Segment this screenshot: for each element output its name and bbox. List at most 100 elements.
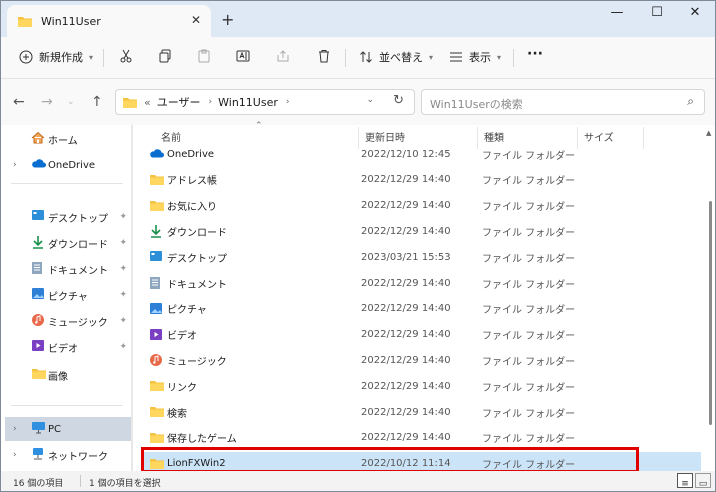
file-type: ファイル フォルダー — [482, 382, 576, 394]
breadcrumb-separator[interactable]: › — [286, 97, 290, 107]
sidebar-item-onedrive[interactable]: › OneDrive — [1, 153, 131, 177]
breadcrumb-separator[interactable]: › — [209, 97, 213, 107]
sidebar-item-pc[interactable]: › PC — [5, 417, 131, 441]
chevron-right-icon[interactable]: › — [13, 450, 17, 460]
sidebar-item-label: ピクチャ — [48, 291, 88, 303]
address-overflow[interactable]: « — [144, 96, 151, 109]
file-row[interactable]: ダウンロード 2022/12/29 14:40 ファイル フォルダー — [141, 219, 701, 243]
sort-icon — [360, 51, 372, 63]
desktop-icon — [32, 210, 44, 220]
file-date: 2022/12/29 14:40 — [361, 354, 451, 366]
search-placeholder: Win11Userの検索 — [430, 98, 523, 111]
sidebar-item-documents[interactable]: ドキュメント ✦ — [1, 257, 131, 281]
file-name: ダウンロード — [167, 227, 227, 239]
divider — [80, 475, 81, 487]
cut-button[interactable] — [119, 49, 133, 63]
details-view-button[interactable]: ≡ — [677, 473, 693, 489]
pin-icon[interactable]: ✦ — [119, 342, 127, 352]
navigation-pane: ホーム › OneDrive デスクトップ ✦ ダウンロード ✦ ドキュメント … — [1, 125, 133, 471]
scroll-up-icon[interactable]: ▲ — [706, 129, 711, 137]
copy-button[interactable] — [158, 49, 172, 63]
file-row[interactable]: リンク 2022/12/29 14:40 ファイル フォルダー — [141, 374, 701, 398]
sidebar-item-label: ダウンロード — [48, 239, 108, 251]
folder-icon — [149, 405, 165, 421]
recent-dropdown-icon[interactable]: ⌄ — [67, 97, 75, 107]
share-icon — [277, 50, 289, 62]
address-history-icon[interactable]: ⌄ — [366, 95, 374, 105]
rename-icon — [236, 50, 250, 62]
paste-button[interactable] — [197, 49, 211, 63]
rename-button[interactable] — [236, 49, 250, 63]
file-row[interactable]: 検索 2022/12/29 14:40 ファイル フォルダー — [141, 400, 701, 424]
more-button[interactable]: ··· — [527, 46, 543, 62]
new-tab-button[interactable]: + — [221, 10, 234, 29]
file-row[interactable]: ピクチャ 2022/12/29 14:40 ファイル フォルダー — [141, 297, 701, 321]
share-button[interactable] — [276, 49, 290, 63]
highlight-box — [141, 447, 639, 473]
file-row[interactable]: お気に入り 2022/12/29 14:40 ファイル フォルダー — [141, 194, 701, 218]
sidebar-item-music[interactable]: ミュージック ✦ — [1, 309, 131, 333]
tab-strip: Win11User ✕ + — ☐ ✕ — [1, 1, 715, 37]
sidebar-item-label: デスクトップ — [48, 213, 108, 225]
maximize-button[interactable]: ☐ — [637, 5, 677, 20]
sidebar-item-label: ネットワーク — [48, 451, 108, 463]
sidebar-item-network[interactable]: › ネットワーク — [1, 443, 131, 467]
breadcrumb-users[interactable]: ユーザー — [157, 94, 201, 110]
sidebar-item-images[interactable]: 画像 — [1, 363, 131, 387]
pin-icon[interactable]: ✦ — [119, 290, 127, 300]
minimize-button[interactable]: — — [597, 5, 637, 20]
pin-icon[interactable]: ✦ — [119, 212, 127, 222]
file-type: ファイル フォルダー — [482, 356, 576, 368]
chevron-right-icon[interactable]: › — [13, 160, 17, 170]
home-icon — [31, 131, 45, 144]
forward-button[interactable]: → — [41, 94, 53, 110]
tiles-view-button[interactable]: ▭ — [695, 473, 711, 489]
breadcrumb-win11user[interactable]: Win11User — [218, 96, 278, 109]
sidebar-item-home[interactable]: ホーム — [1, 127, 131, 151]
divider — [11, 183, 123, 184]
sort-label: 並べ替え — [379, 51, 423, 64]
file-name: 検索 — [167, 408, 187, 420]
sidebar-item-videos[interactable]: ビデオ ✦ — [1, 335, 131, 359]
file-list: ⌃ 名前 更新日時 種類 サイズ OneDrive 2022/12/10 12:4… — [133, 121, 715, 476]
pc-icon — [32, 422, 45, 434]
item-count: 16 個の項目 — [13, 479, 64, 489]
back-button[interactable]: ← — [13, 94, 25, 110]
tab-win11user[interactable]: Win11User ✕ — [7, 5, 211, 37]
divider — [103, 49, 104, 67]
sidebar-item-pictures[interactable]: ピクチャ ✦ — [1, 283, 131, 307]
chevron-right-icon[interactable]: › — [13, 424, 17, 434]
new-button[interactable]: 新規作成 ▾ — [19, 49, 93, 65]
tab-close-icon[interactable]: ✕ — [191, 13, 201, 27]
sidebar-item-downloads[interactable]: ダウンロード ✦ — [1, 231, 131, 255]
file-name: ドキュメント — [167, 279, 227, 291]
file-row[interactable]: ドキュメント 2022/12/29 14:40 ファイル フォルダー — [141, 271, 701, 295]
pin-icon[interactable]: ✦ — [119, 316, 127, 326]
sort-button[interactable]: 並べ替え ▾ — [359, 49, 433, 65]
pin-icon[interactable]: ✦ — [119, 264, 127, 274]
file-row[interactable]: アドレス帳 2022/12/29 14:40 ファイル フォルダー — [141, 168, 701, 192]
file-type: ファイル フォルダー — [482, 150, 576, 162]
file-row[interactable]: デスクトップ 2023/03/21 15:53 ファイル フォルダー — [141, 245, 701, 269]
file-row[interactable]: OneDrive 2022/12/10 12:45 ファイル フォルダー — [141, 142, 701, 166]
music-icon — [149, 353, 163, 370]
search-icon[interactable]: ⌕ — [687, 94, 694, 109]
view-button[interactable]: 表示 ▾ — [449, 49, 501, 65]
address-bar[interactable]: « ユーザー › Win11User › ⌄ ↻ — [115, 89, 415, 115]
music-icon — [32, 314, 44, 326]
file-row[interactable]: ビデオ 2022/12/29 14:40 ファイル フォルダー — [141, 323, 701, 347]
vertical-scrollbar[interactable] — [709, 201, 712, 425]
pin-icon[interactable]: ✦ — [119, 238, 127, 248]
tiles-view-icon: ▭ — [698, 479, 708, 489]
sort-ascending-icon: ⌃ — [255, 121, 263, 131]
sidebar-item-desktop[interactable]: デスクトップ ✦ — [1, 205, 131, 229]
close-button[interactable]: ✕ — [675, 5, 715, 20]
delete-button[interactable] — [317, 49, 331, 63]
up-button[interactable]: ↑ — [91, 94, 103, 110]
refresh-button[interactable]: ↻ — [393, 93, 404, 108]
file-date: 2022/12/29 14:40 — [361, 174, 451, 186]
file-row[interactable]: ミュージック 2022/12/29 14:40 ファイル フォルダー — [141, 348, 701, 372]
search-box[interactable]: Win11Userの検索 ⌕ — [421, 89, 705, 115]
sidebar-item-label: ビデオ — [48, 343, 78, 355]
scissors-icon — [120, 49, 132, 63]
